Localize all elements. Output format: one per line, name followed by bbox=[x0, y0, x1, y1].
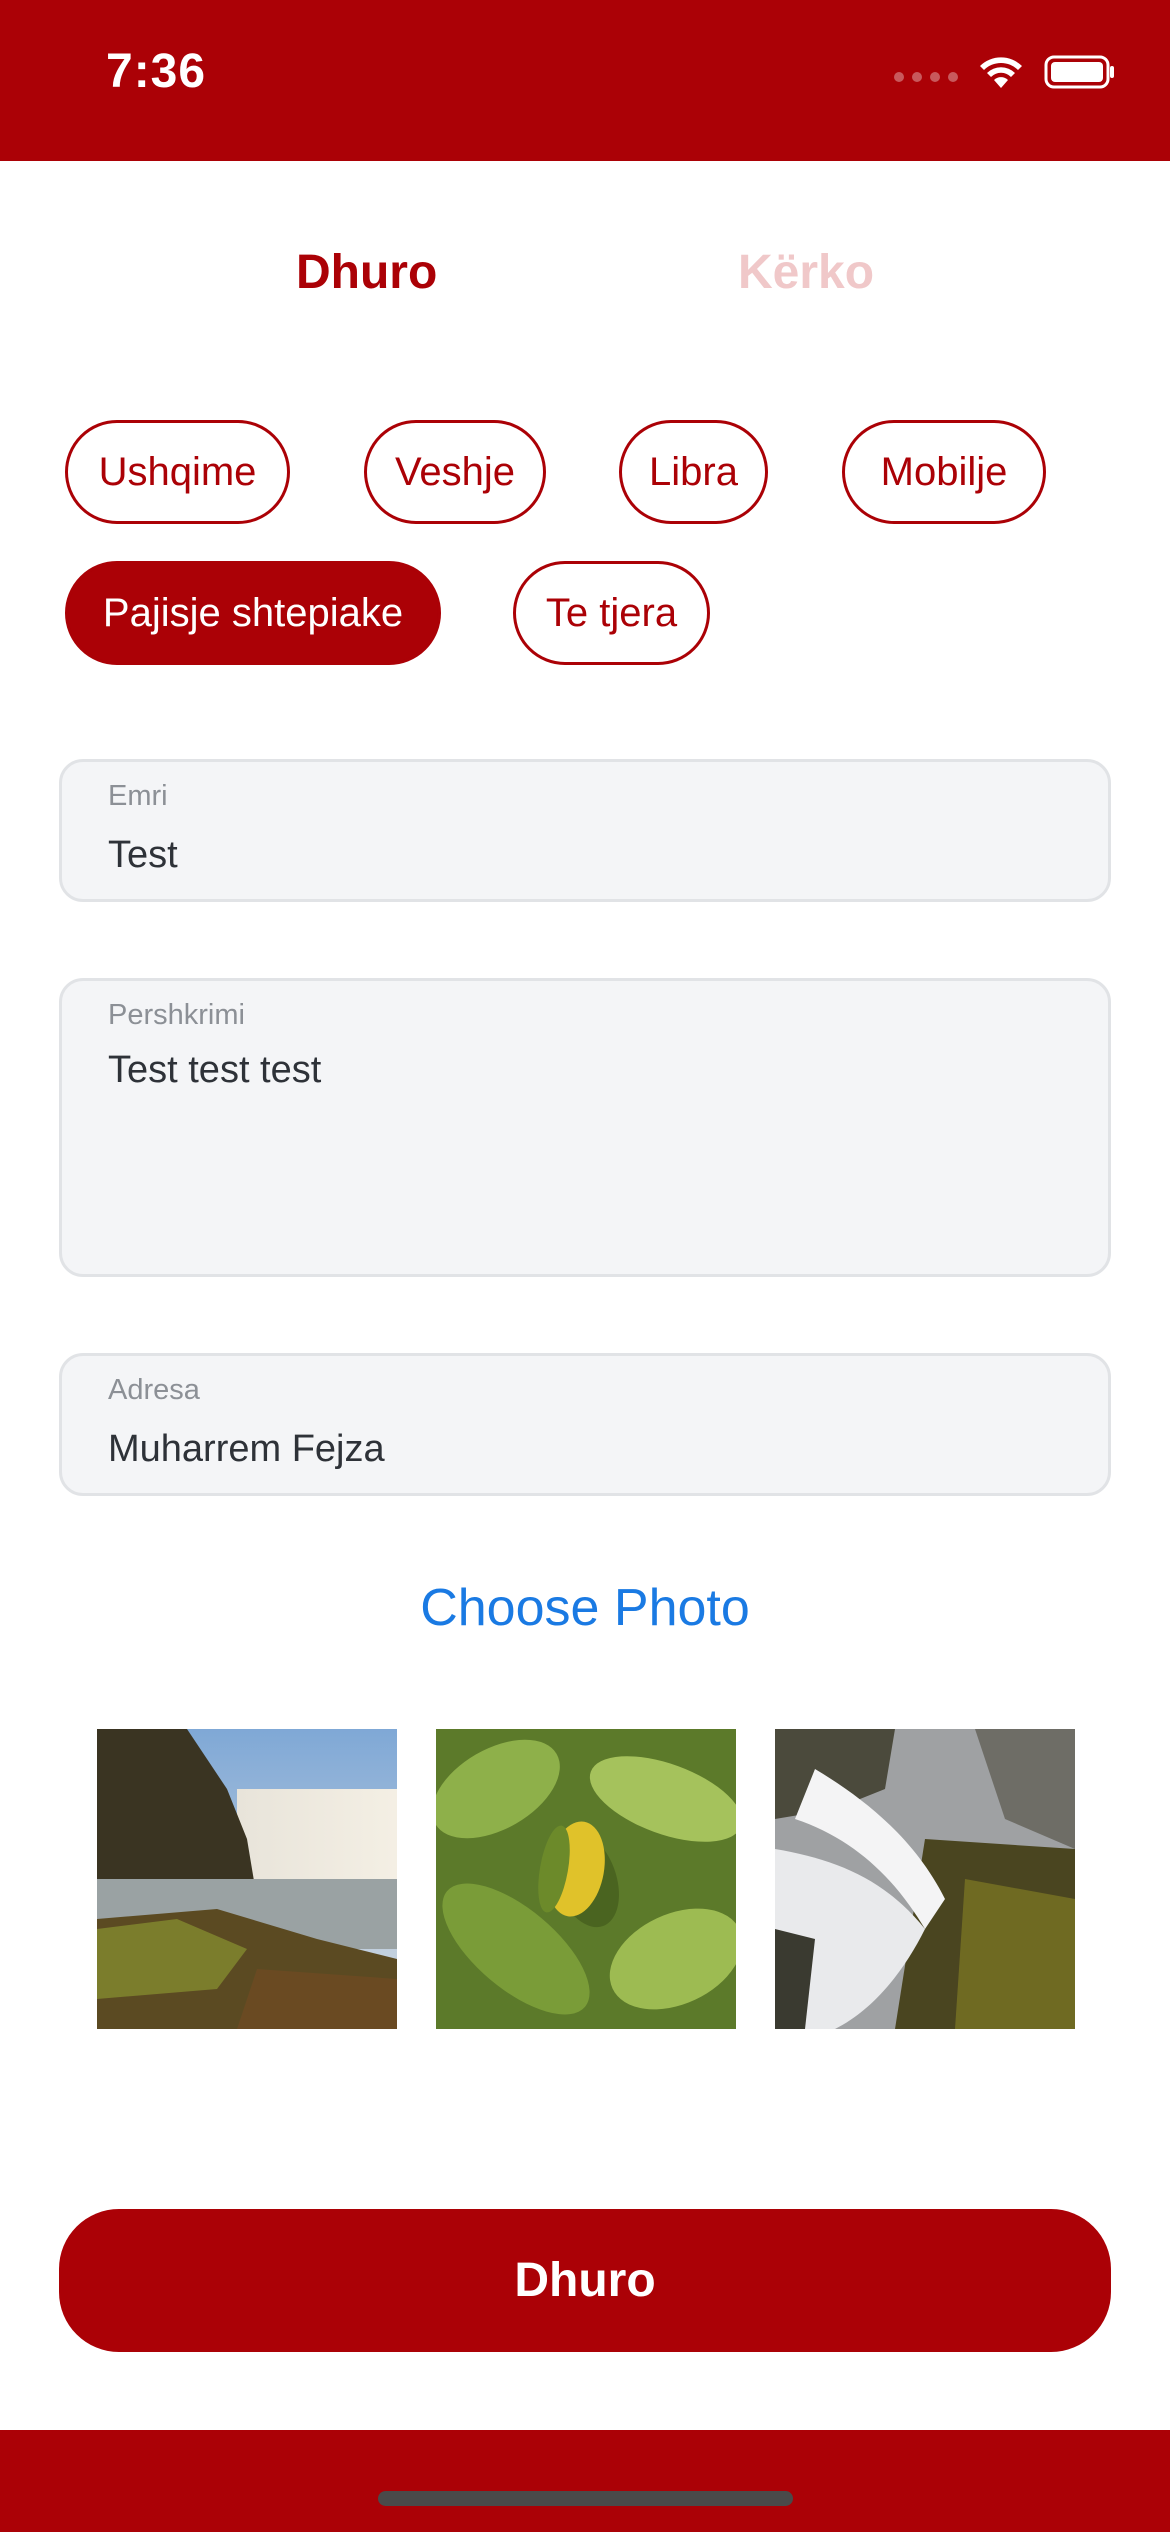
chip-veshje[interactable]: Veshje bbox=[364, 420, 546, 524]
description-field-label: Pershkrimi bbox=[108, 999, 245, 1031]
chip-mobilje[interactable]: Mobilje bbox=[842, 420, 1046, 524]
address-field-value[interactable]: Muharrem Fejza bbox=[108, 1428, 385, 1471]
name-field-label: Emri bbox=[108, 780, 168, 812]
photo-thumbnail-3[interactable] bbox=[775, 1729, 1075, 2029]
address-field[interactable]: Adresa Muharrem Fejza bbox=[59, 1353, 1111, 1496]
address-field-label: Adresa bbox=[108, 1374, 200, 1406]
signal-icon bbox=[894, 72, 958, 82]
chip-pajisje-shtepiake[interactable]: Pajisje shtepiake bbox=[65, 561, 441, 665]
donate-submit-button[interactable]: Dhuro bbox=[59, 2209, 1111, 2352]
status-icons bbox=[894, 54, 1116, 90]
bottom-bar bbox=[0, 2430, 1170, 2532]
name-field-value[interactable]: Test bbox=[108, 834, 178, 877]
home-indicator[interactable] bbox=[378, 2491, 793, 2506]
tab-dhuro[interactable]: Dhuro bbox=[296, 245, 437, 300]
chip-te-tjera[interactable]: Te tjera bbox=[513, 561, 710, 665]
tab-kerko[interactable]: Kërko bbox=[738, 245, 874, 300]
photo-thumbnail-2[interactable] bbox=[436, 1729, 736, 2029]
chip-libra[interactable]: Libra bbox=[619, 420, 768, 524]
segment-tabs: Dhuro Kërko bbox=[0, 245, 1170, 315]
status-time: 7:36 bbox=[106, 45, 207, 98]
choose-photo-button[interactable]: Choose Photo bbox=[0, 1578, 1170, 1638]
description-field-value[interactable]: Test test test bbox=[108, 1049, 321, 1092]
wifi-icon bbox=[980, 57, 1022, 88]
battery-icon bbox=[1044, 55, 1114, 89]
status-bar: 7:36 bbox=[0, 0, 1170, 161]
name-field[interactable]: Emri Test bbox=[59, 759, 1111, 902]
photo-thumbnail-1[interactable] bbox=[97, 1729, 397, 2029]
description-field[interactable]: Pershkrimi Test test test bbox=[59, 978, 1111, 1277]
chip-ushqime[interactable]: Ushqime bbox=[65, 420, 290, 524]
